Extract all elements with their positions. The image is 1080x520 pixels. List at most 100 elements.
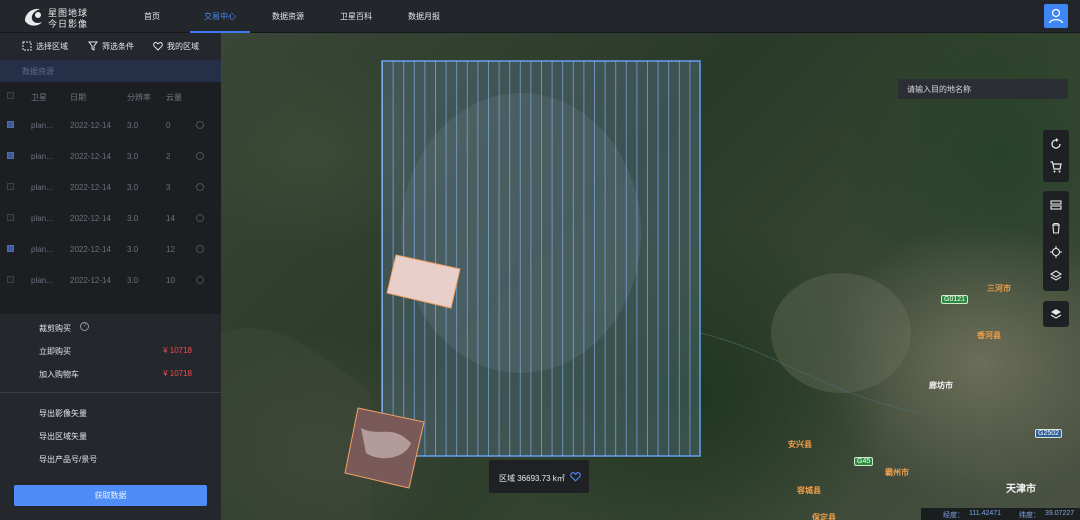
city-label: 霸州市 [885, 468, 909, 477]
row-checkbox[interactable] [7, 214, 14, 221]
locate-tool-button[interactable] [1043, 241, 1069, 263]
row-resolution: 3.0 [127, 183, 139, 192]
cart-icon [1050, 161, 1062, 173]
row-resolution: 3.0 [127, 214, 139, 223]
export-product-id-button[interactable]: 导出产品号/景号 [39, 454, 97, 465]
buy-now-button[interactable]: 立即购买 [39, 346, 71, 357]
area-value: 区域 36693.73 k㎡ [499, 474, 565, 483]
favorite-heart-icon[interactable] [570, 471, 581, 482]
info-icon[interactable] [196, 245, 204, 253]
table-row[interactable]: plan... 2022-12-14 3.0 10 [0, 265, 221, 296]
row-checkbox[interactable] [7, 121, 14, 128]
map-overlay [221, 60, 922, 520]
info-icon[interactable] [196, 276, 204, 284]
header-satellite[interactable]: 卫星 [31, 92, 47, 103]
header-date[interactable]: 日期 [70, 92, 86, 103]
table-row[interactable]: plan... 2022-12-14 3.0 14 [0, 203, 221, 234]
row-date: 2022-12-14 [70, 214, 111, 223]
nav-monthly-report[interactable]: 数据月报 [408, 0, 440, 33]
row-checkbox[interactable] [7, 152, 14, 159]
panel-tabs: 选择区域 筛选条件 我的区域 [0, 33, 221, 60]
stack-icon [1050, 270, 1062, 281]
satellite-map[interactable]: 区域 36693.73 k㎡ 天津市 三河市 香河县 廊坊市 安兴县 霸州市 容… [221, 33, 1080, 520]
map-toolbar-top [1043, 130, 1069, 182]
get-data-button[interactable]: 获取数据 [14, 485, 207, 506]
row-cloud: 2 [166, 152, 171, 161]
nav-satellite-wiki[interactable]: 卫星百科 [340, 0, 372, 33]
row-date: 2022-12-14 [70, 121, 111, 130]
brand-logo-icon [25, 8, 42, 26]
city-label: 保定县 [812, 513, 836, 520]
heart-icon [153, 41, 163, 51]
city-label: 天津市 [1006, 484, 1036, 495]
brand-logo[interactable]: 星图地球 今日影像 [22, 5, 90, 29]
city-label: 容城县 [797, 486, 821, 495]
row-checkbox[interactable] [7, 245, 14, 252]
nav-data-resources[interactable]: 数据资源 [272, 0, 304, 33]
refresh-tool-button[interactable] [1043, 133, 1069, 155]
tab-filter[interactable]: 筛选条件 [88, 33, 134, 60]
info-icon[interactable] [196, 152, 204, 160]
crop-purchase-row[interactable]: 裁剪购买 ? [0, 317, 221, 339]
buy-now-row[interactable]: 立即购买 ¥ 10718 [0, 340, 221, 362]
select-area-icon [22, 41, 32, 51]
road-badge: G45 [854, 457, 874, 466]
destination-search-input[interactable] [898, 79, 1068, 99]
tab-my-area[interactable]: 我的区域 [153, 33, 199, 60]
layer-switch-button[interactable] [1043, 303, 1069, 325]
info-icon[interactable] [196, 121, 204, 129]
trash-icon [1052, 222, 1060, 234]
cart-tool-button[interactable] [1043, 156, 1069, 178]
data-resource-header: 数据资源 [0, 60, 221, 82]
row-cloud: 14 [166, 214, 175, 223]
brand-slogan: 今日影像 [48, 19, 89, 29]
header-cloud[interactable]: 云量 [166, 92, 182, 103]
row-resolution: 3.0 [127, 121, 139, 130]
row-date: 2022-12-14 [70, 245, 111, 254]
road-badge: G2502 [1035, 429, 1063, 438]
table-row[interactable]: plan... 2022-12-14 3.0 2 [0, 141, 221, 172]
user-icon [1048, 8, 1064, 24]
scene-table: 卫星 日期 分辨率 云量 plan... 2022-12-14 3.0 0 pl… [0, 82, 221, 314]
list-icon [1050, 200, 1062, 210]
table-row[interactable]: plan... 2022-12-14 3.0 0 [0, 110, 221, 141]
select-all-checkbox[interactable] [7, 92, 14, 99]
layers-icon [1050, 309, 1062, 319]
nav-trade-center[interactable]: 交易中心 [190, 0, 250, 33]
row-resolution: 3.0 [127, 152, 139, 161]
export-image-vector-button[interactable]: 导出影像矢量 [39, 408, 87, 419]
info-icon[interactable] [196, 214, 204, 222]
table-row[interactable]: plan... 2022-12-14 3.0 3 [0, 172, 221, 203]
layers-list-tool-button[interactable] [1043, 194, 1069, 216]
table-row[interactable]: plan... 2022-12-14 3.0 12 [0, 234, 221, 265]
row-checkbox[interactable] [7, 183, 14, 190]
add-to-cart-button[interactable]: 加入购物车 [39, 369, 79, 380]
row-cloud: 0 [166, 121, 171, 130]
help-icon[interactable]: ? [80, 322, 89, 331]
tab-select-area[interactable]: 选择区域 [22, 33, 68, 60]
row-resolution: 3.0 [127, 245, 139, 254]
coordinate-readout: 经度： 111.42471 纬度： 39.07227 [921, 508, 1080, 520]
crosshair-icon [1050, 246, 1062, 258]
nav-home[interactable]: 首页 [144, 0, 160, 33]
city-label: 廊坊市 [929, 381, 953, 390]
row-satellite: plan... [31, 183, 53, 192]
filter-icon [88, 41, 98, 51]
user-button[interactable] [1044, 4, 1068, 28]
row-satellite: plan... [31, 245, 53, 254]
delete-tool-button[interactable] [1043, 217, 1069, 239]
row-date: 2022-12-14 [70, 152, 111, 161]
row-resolution: 3.0 [127, 276, 139, 285]
header-resolution[interactable]: 分辨率 [127, 92, 151, 103]
area-info-box: 区域 36693.73 k㎡ [489, 460, 589, 493]
row-checkbox[interactable] [7, 276, 14, 283]
export-area-vector-button[interactable]: 导出区域矢量 [39, 431, 87, 442]
longitude-label: 经度： [943, 512, 964, 519]
row-satellite: plan... [31, 121, 53, 130]
city-label: 安兴县 [788, 440, 812, 449]
add-to-cart-row[interactable]: 加入购物车 ¥ 10718 [0, 363, 221, 385]
row-cloud: 3 [166, 183, 171, 192]
info-icon[interactable] [196, 183, 204, 191]
row-satellite: plan... [31, 276, 53, 285]
basemap-tool-button[interactable] [1043, 265, 1069, 287]
